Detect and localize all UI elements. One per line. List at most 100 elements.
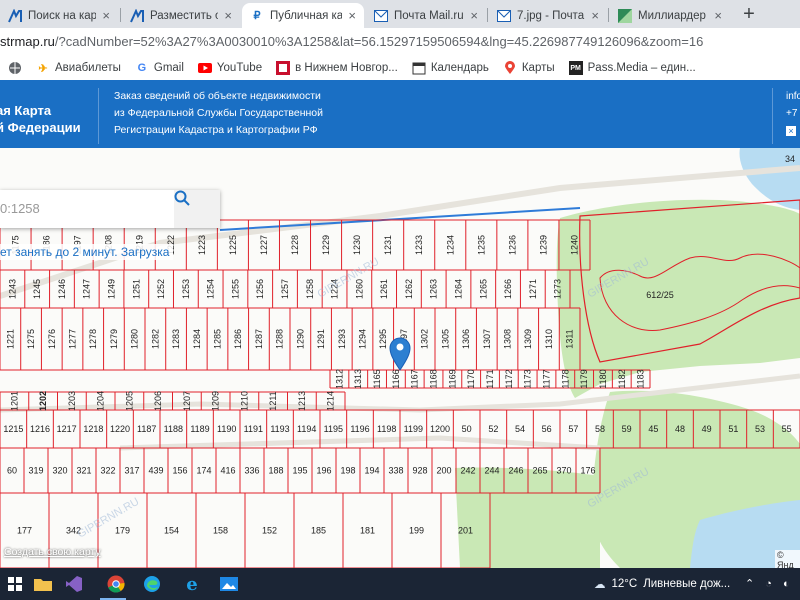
volume-icon[interactable]: ◐	[783, 578, 790, 590]
parcel-label[interactable]: 1284	[192, 329, 202, 349]
parcel-label[interactable]: 1276	[47, 329, 57, 349]
parcel-label[interactable]: 1310	[544, 329, 554, 349]
parcel-label[interactable]: 199	[409, 526, 424, 536]
parcel-label[interactable]: 58	[595, 424, 605, 434]
parcel-label[interactable]: 1171	[485, 369, 495, 388]
parcel-label[interactable]: 1266	[503, 279, 513, 299]
system-tray[interactable]: ⌃ ◔ ◐	[745, 577, 790, 590]
parcel-label[interactable]: 1240	[569, 235, 579, 255]
bookmark-calendar[interactable]: Календарь	[412, 61, 489, 75]
parcel-label[interactable]: 1290	[295, 329, 305, 349]
edge-icon[interactable]	[140, 572, 164, 596]
parcel-label[interactable]: 1228	[290, 235, 300, 255]
parcel-label[interactable]: 185	[311, 526, 326, 536]
parcel-label[interactable]: 1302	[420, 329, 430, 349]
parcel-label[interactable]: 1179	[579, 369, 589, 388]
parcel-label[interactable]: 1190	[217, 424, 236, 434]
parcel-label[interactable]: 1165	[372, 369, 382, 388]
parcel-label[interactable]: 1225	[228, 235, 238, 255]
bookmark-gmail[interactable]: G Gmail	[135, 61, 184, 75]
parcel-label[interactable]: 174	[196, 466, 211, 476]
parcel-label[interactable]: 201	[458, 526, 473, 536]
parcel-label[interactable]: 1308	[503, 329, 513, 349]
parcel-label[interactable]: 1205	[124, 391, 134, 411]
parcel-label[interactable]: 1231	[383, 235, 393, 255]
parcel-label[interactable]: 1263	[429, 279, 439, 299]
parcel-label[interactable]: 1252	[156, 279, 166, 299]
parcel-label[interactable]: 1257	[280, 279, 290, 299]
parcel-label[interactable]: 1260	[354, 279, 364, 299]
parcel-label[interactable]: 1198	[377, 424, 396, 434]
parcel-label[interactable]: 1264	[453, 279, 463, 299]
parcel-label[interactable]: 322	[100, 466, 115, 476]
internet-explorer-icon[interactable]: e	[180, 572, 204, 596]
map-attribution[interactable]: © Янд	[775, 550, 800, 568]
chevron-up-icon[interactable]: ⌃	[745, 578, 754, 590]
parcel-label[interactable]: 53	[755, 424, 765, 434]
parcel-label[interactable]: 1294	[358, 329, 368, 349]
address-bar[interactable]: strmap.ru/?cadNumber=52%3A27%3A0030010%3…	[0, 34, 703, 49]
parcel-label[interactable]: 1223	[197, 235, 207, 255]
parcel-label[interactable]: 1183	[636, 369, 646, 388]
parcel-label[interactable]: 1291	[316, 329, 326, 349]
search-button[interactable]	[174, 190, 220, 228]
parcel-label[interactable]: 336	[244, 466, 259, 476]
parcel-label[interactable]: 1169	[447, 369, 457, 388]
parcel-label[interactable]: 181	[360, 526, 375, 536]
close-icon[interactable]: ×	[348, 8, 356, 23]
parcel-label[interactable]: 1166	[391, 369, 401, 388]
parcel-label[interactable]: 1178	[560, 369, 570, 388]
cadastral-search-input[interactable]: 0:1258	[0, 201, 40, 216]
tab-billionaire[interactable]: Миллиардер Игорь ×	[610, 3, 730, 28]
parcel-label[interactable]: 370	[556, 466, 571, 476]
parcel-label[interactable]: 317	[124, 466, 139, 476]
parcel-label[interactable]: 1279	[109, 329, 119, 349]
close-icon[interactable]: ×	[102, 8, 110, 23]
parcel-label[interactable]: 158	[213, 526, 228, 536]
parcel-label[interactable]: 1283	[171, 329, 181, 349]
parcel-label[interactable]: 196	[316, 466, 331, 476]
parcel-label-selected[interactable]: 1202	[38, 391, 48, 411]
parcel-label[interactable]: 1273	[553, 279, 563, 299]
parcel-label[interactable]: 242	[460, 466, 475, 476]
parcel-label[interactable]: 52	[488, 424, 498, 434]
parcel-label[interactable]: 49	[702, 424, 712, 434]
parcel-label[interactable]: 50	[462, 424, 472, 434]
parcel-label[interactable]: 156	[172, 466, 187, 476]
parcel-label[interactable]: 188	[268, 466, 283, 476]
parcel-label[interactable]: 1195	[324, 424, 343, 434]
parcel-label[interactable]: 1312	[334, 369, 344, 389]
parcel-label[interactable]: 1194	[297, 424, 316, 434]
parcel-label[interactable]: 1206	[153, 391, 163, 411]
parcel-label[interactable]: 1213	[297, 391, 307, 411]
bookmark-aviatickets[interactable]: ✈ Авиабилеты	[36, 61, 120, 75]
parcel-label[interactable]: 1218	[83, 424, 103, 434]
visual-studio-icon[interactable]	[62, 572, 86, 596]
parcel-label[interactable]: 1180	[598, 369, 608, 388]
parcel-label[interactable]: 1253	[181, 279, 191, 299]
parcel-label[interactable]: 1191	[244, 424, 263, 434]
bookmark-maps[interactable]: Карты	[503, 61, 555, 75]
new-tab-button[interactable]: +	[738, 4, 760, 26]
parcel-label[interactable]: 34	[785, 154, 795, 164]
parcel-label[interactable]: 176	[580, 466, 595, 476]
parcel-label[interactable]: 1280	[130, 329, 140, 349]
parcel-label[interactable]: 244	[484, 466, 499, 476]
bookmark-youtube[interactable]: YouTube	[197, 61, 262, 75]
create-map-link[interactable]: Создать свою карту	[4, 546, 101, 558]
parcel-label[interactable]: 928	[412, 466, 427, 476]
parcel-label[interactable]: 1313	[353, 369, 363, 389]
parcel-label[interactable]: 1307	[482, 329, 492, 349]
cadastral-map[interactable]: 1175118611971208121912221223122512271228…	[0, 148, 800, 568]
parcel-label[interactable]: 1278	[88, 329, 98, 349]
parcel-label[interactable]: 1305	[440, 329, 450, 349]
parcel-label[interactable]: 265	[532, 466, 547, 476]
parcel-label[interactable]: 1293	[337, 329, 347, 349]
close-icon[interactable]: ×	[224, 8, 232, 23]
parcel-label[interactable]: 338	[388, 466, 403, 476]
parcel-label[interactable]: 1236	[507, 235, 517, 255]
close-icon[interactable]: ×	[470, 8, 478, 23]
parcel-label[interactable]: 57	[568, 424, 578, 434]
parcel-label[interactable]: 1177	[541, 369, 551, 388]
parcel-label[interactable]: 1309	[523, 329, 533, 349]
